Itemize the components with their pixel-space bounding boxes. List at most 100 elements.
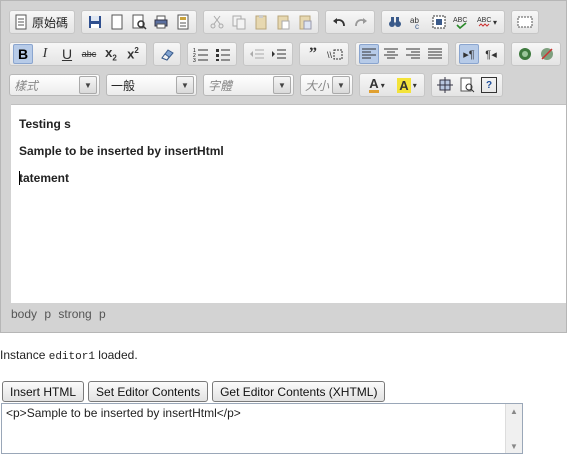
replace-button[interactable]: ab c [407,12,427,32]
show-blocks-button[interactable] [457,75,477,95]
bulleted-list-icon [216,49,230,61]
superscript-button[interactable]: x2 [123,44,143,64]
format-combo[interactable]: 一般 ▼ [106,74,197,96]
toolbar-group-lists: 123 [187,42,237,66]
paste-text-icon [277,15,290,30]
format-combo-label: 一般 [111,78,136,93]
scayt-button[interactable]: ABC ▾ [473,12,501,32]
html-output-textarea[interactable]: <p>Sample to be inserted by insertHtml</… [1,403,523,454]
text-caret [19,171,20,185]
eraser-icon [161,49,174,61]
select-all-button[interactable] [429,12,449,32]
document-icon [15,14,27,30]
maximize-icon [437,77,453,93]
styles-combo-label: 樣式 [14,78,39,93]
maximize-button[interactable] [435,75,455,95]
undo-button[interactable] [329,12,349,32]
templates-button[interactable] [173,12,193,32]
paste-word-button[interactable] [295,12,315,32]
vertical-scrollbar[interactable]: ▲ ▼ [505,404,522,453]
create-div-button[interactable]: \\ [325,44,345,64]
toolbar-group-document: 原始碼 [9,10,76,34]
italic-icon: I [42,46,48,61]
get-editor-contents-button[interactable]: Get Editor Contents (XHTML) [212,381,386,402]
bold-button[interactable]: B [13,44,33,64]
align-center-button[interactable] [381,44,401,64]
remove-format-button[interactable] [157,44,177,64]
underline-icon: U [61,46,73,62]
scroll-down-icon[interactable]: ▼ [506,439,522,453]
bidi-rtl-button[interactable]: ¶◂ [481,44,501,64]
numbered-list-button[interactable]: 123 [191,44,211,64]
toolbar-group-justify [355,42,449,66]
font-combo[interactable]: 字體 ▼ [203,74,294,96]
font-combo-label: 字體 [208,78,233,93]
action-buttons: Insert HTML Set Editor Contents Get Edit… [2,381,389,402]
status-message-suffix: loaded. [98,348,138,362]
print-button[interactable] [151,12,171,32]
bidi-ltr-button[interactable]: ▸¶ [459,44,479,64]
outdent-button[interactable] [247,44,267,64]
styles-combo[interactable]: 樣式 ▼ [9,74,100,96]
toolbar-row-1: 原始碼 ab c ABC ABC ▾ [9,9,545,35]
ltr-icon: ▸¶ [463,48,475,61]
text-color-button[interactable]: A ▾ [363,75,391,95]
blockquote-button[interactable]: ” [303,44,323,64]
insert-html-button[interactable]: Insert HTML [2,381,85,402]
align-right-button[interactable] [403,44,423,64]
toolbar-group-tools: ? [431,73,503,97]
toolbar-group-colors: A ▾ A ▾ [359,73,425,97]
toolbar-group-bidi: ▸¶ ¶◂ [455,42,505,66]
spellcheck-button[interactable]: ABC [451,12,471,32]
bg-color-dropdown-icon: ▾ [412,80,417,90]
unlink-icon [541,48,553,60]
size-combo[interactable]: 大小 ▼ [300,74,353,96]
strike-button[interactable]: abc [79,44,99,64]
bulleted-list-button[interactable] [213,44,233,64]
div-icon: \\ [327,49,343,60]
chevron-down-icon: ▼ [273,76,291,94]
underline-button[interactable]: U [57,44,77,64]
editor-content-area[interactable]: Testing s Sample to be inserted by inser… [11,104,566,303]
link-button[interactable] [515,44,535,64]
new-page-button[interactable] [107,12,127,32]
print-icon [154,15,168,29]
toolbar-row-2: B I U abc x2 x2 123 ” \\ ▸¶ ¶◂ [9,41,566,67]
unlink-button[interactable] [537,44,557,64]
toolbar-group-history [325,10,376,34]
paste-button[interactable] [251,12,271,32]
source-button-label: 原始碼 [32,15,69,30]
indent-button[interactable] [269,44,289,64]
align-center-icon [384,48,398,59]
source-button[interactable]: 原始碼 [13,12,71,32]
cut-button[interactable] [207,12,227,32]
toolbar-group-basic-styles: B I U abc x2 x2 [9,42,147,66]
select-all-icon [432,15,446,29]
status-message: Instance editor1 loaded. [0,348,138,363]
preview-button[interactable] [129,12,149,32]
content-paragraph: tatement [19,171,70,185]
paste-text-button[interactable] [273,12,293,32]
find-button[interactable] [385,12,405,32]
instance-name: editor1 [48,351,95,363]
about-button[interactable]: ? [479,75,499,95]
svg-text:\\: \\ [327,50,333,60]
content-paragraph: Sample to be inserted by insertHtml [19,144,224,158]
redo-button[interactable] [351,12,371,32]
copy-button[interactable] [229,12,249,32]
chevron-down-icon: ▼ [332,76,350,94]
align-left-button[interactable] [359,44,379,64]
bg-color-icon: A [397,77,411,93]
subscript-button[interactable]: x2 [101,44,121,64]
set-editor-contents-button[interactable]: Set Editor Contents [88,381,209,402]
form-button[interactable] [515,12,535,32]
align-right-icon [406,48,420,59]
bg-color-button[interactable]: A ▾ [393,75,421,95]
save-button[interactable] [85,12,105,32]
justify-button[interactable] [425,44,445,64]
toolbar-group-indent [243,42,293,66]
paste-icon [255,15,267,30]
scroll-up-icon[interactable]: ▲ [506,404,522,418]
italic-button[interactable]: I [35,44,55,64]
indent-icon [272,49,286,59]
